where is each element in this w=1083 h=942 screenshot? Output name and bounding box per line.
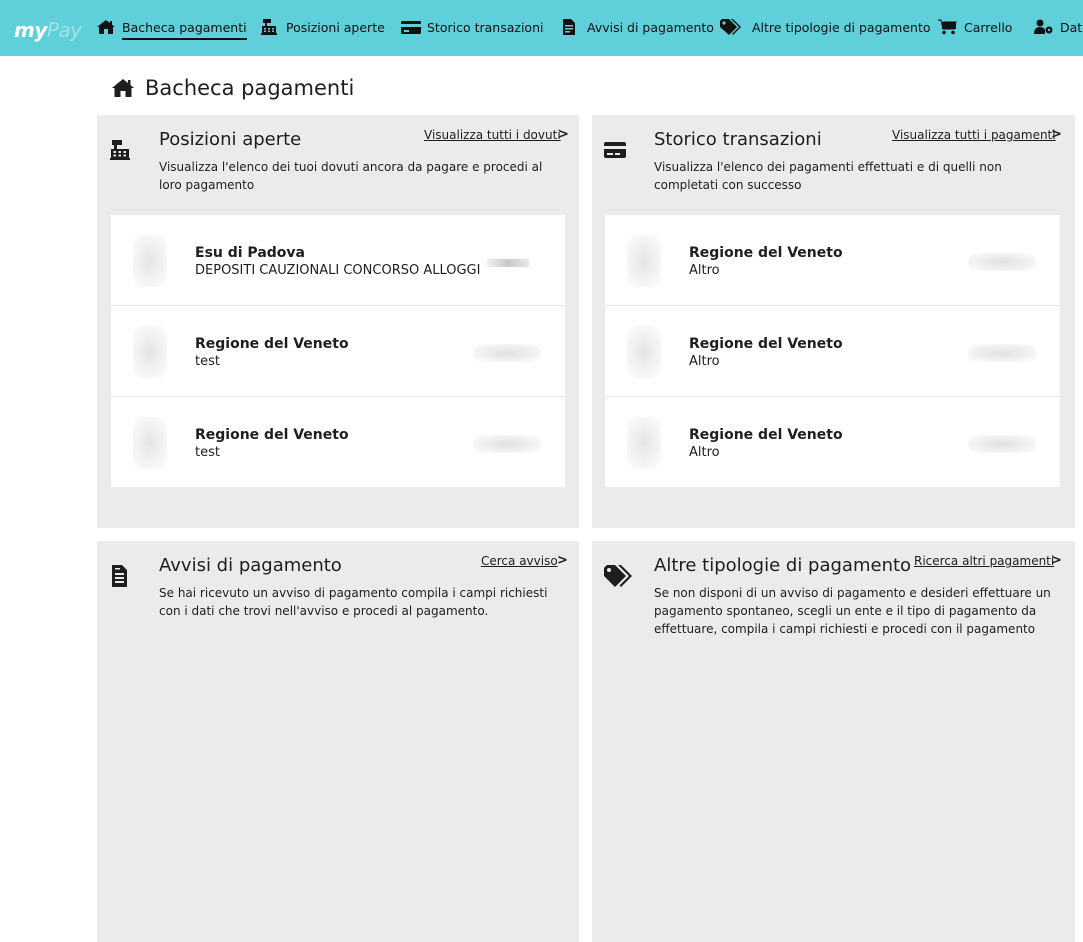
cash-register-icon: [110, 140, 130, 160]
panel-storico-transazioni: Storico transazioni Visualizza l'elenco …: [592, 115, 1075, 528]
amount-blurred: [487, 259, 529, 267]
nav-label: Bacheca pagamenti: [122, 20, 247, 40]
top-navbar: myPay Bacheca pagamenti Posizioni aperte…: [0, 0, 1083, 56]
ente-logo: [627, 326, 661, 378]
panel-avvisi-pagamento: Avvisi di pagamento Se hai ricevuto un a…: [97, 541, 579, 942]
view-all-pagamenti-link[interactable]: Visualizza tutti i pagamenti: [892, 128, 1056, 142]
amount-blurred: [968, 253, 1036, 271]
chevron-right-icon: >: [557, 553, 568, 568]
tags-icon: [720, 19, 741, 35]
file-invoice-icon: [563, 19, 575, 35]
panel-title: Avvisi di pagamento: [159, 555, 342, 576]
panel-title: Posizioni aperte: [159, 129, 302, 150]
page-title-text: Bacheca pagamenti: [145, 76, 355, 100]
nav-item-avvisi[interactable]: Avvisi di pagamento: [561, 19, 714, 44]
panel-posizioni-aperte: Posizioni aperte Visualizza l'elenco dei…: [97, 115, 579, 528]
search-avviso-link[interactable]: Cerca avviso: [481, 554, 558, 568]
panel-description: Se hai ricevuto un avviso di pagamento c…: [159, 586, 548, 618]
credit-card-icon: [401, 21, 421, 34]
file-invoice-icon: [112, 565, 127, 587]
chevron-right-icon: >: [1051, 553, 1062, 568]
panel-description: Visualizza l'elenco dei pagamenti effett…: [654, 160, 1002, 192]
nav-label: Dat: [1060, 20, 1083, 35]
dovuti-list: Esu di Padova DEPOSITI CAUZIONALI CONCOR…: [111, 215, 565, 487]
list-item[interactable]: Regione del Veneto Altro: [605, 215, 1060, 306]
nav-item-dati[interactable]: Dat: [1034, 19, 1083, 44]
causale: DEPOSITI CAUZIONALI CONCORSO ALLOGGI: [195, 263, 481, 278]
list-item[interactable]: Esu di Padova DEPOSITI CAUZIONALI CONCOR…: [111, 215, 565, 306]
credit-card-icon: [604, 142, 626, 158]
list-item[interactable]: Regione del Veneto Altro: [605, 397, 1060, 487]
home-icon: [112, 79, 134, 97]
page-title: Bacheca pagamenti: [111, 76, 354, 100]
amount-blurred: [473, 435, 541, 453]
ente-name: Regione del Veneto: [689, 336, 843, 352]
panel-description: Visualizza l'elenco dei tuoi dovuti anco…: [159, 160, 543, 192]
ente-logo: [627, 235, 661, 287]
panel-altre-tipologie: Altre tipologie di pagamento Se non disp…: [592, 541, 1075, 942]
chevron-right-icon: >: [1051, 127, 1062, 142]
panel-title: Storico transazioni: [654, 129, 822, 150]
list-item[interactable]: Regione del Veneto Altro: [605, 306, 1060, 397]
nav-label: Carrello: [964, 20, 1013, 35]
ente-name: Regione del Veneto: [689, 427, 843, 443]
nav-item-altre[interactable]: Altre tipologie di pagamento: [720, 19, 931, 44]
ente-logo: [133, 326, 167, 378]
causale: test: [195, 354, 220, 369]
causale: Altro: [689, 263, 720, 278]
list-item[interactable]: Regione del Veneto test: [111, 306, 565, 397]
ente-name: Regione del Veneto: [195, 427, 349, 443]
ente-logo: [133, 235, 167, 287]
nav-item-carrello[interactable]: Carrello: [938, 19, 1013, 44]
nav-label: Altre tipologie di pagamento: [752, 20, 931, 35]
ente-logo: [133, 417, 167, 469]
cart-icon: [938, 19, 957, 35]
home-icon: [97, 20, 115, 34]
amount-blurred: [473, 344, 541, 362]
nav-item-bacheca[interactable]: Bacheca pagamenti: [96, 20, 247, 44]
search-other-payments-link[interactable]: Ricerca altri pagamenti: [914, 554, 1054, 568]
ente-name: Esu di Padova: [195, 245, 305, 261]
cash-register-icon: [261, 19, 277, 35]
chevron-right-icon: >: [558, 127, 569, 142]
causale: test: [195, 445, 220, 460]
amount-blurred: [968, 435, 1036, 453]
causale: Altro: [689, 354, 720, 369]
ente-name: Regione del Veneto: [689, 245, 843, 261]
nav-item-storico[interactable]: Storico transazioni: [401, 20, 543, 44]
tags-icon: [604, 565, 632, 587]
ente-logo: [627, 417, 661, 469]
nav-label: Storico transazioni: [427, 20, 544, 35]
causale: Altro: [689, 445, 720, 460]
view-all-dovuti-link[interactable]: Visualizza tutti i dovuti: [424, 128, 561, 142]
list-item[interactable]: Regione del Veneto test: [111, 397, 565, 487]
user-cog-icon: [1034, 19, 1053, 34]
ente-name: Regione del Veneto: [195, 336, 349, 352]
panel-title: Altre tipologie di pagamento: [654, 555, 912, 576]
panel-description: Se non disponi di un avviso di pagamento…: [654, 586, 1051, 636]
nav-label: Posizioni aperte: [286, 20, 385, 35]
nav-item-posizioni[interactable]: Posizioni aperte: [260, 19, 385, 44]
amount-blurred: [968, 344, 1036, 362]
nav-label: Avvisi di pagamento: [587, 20, 714, 35]
transactions-list: Regione del Veneto Altro Regione del Ven…: [605, 215, 1060, 487]
mypay-logo[interactable]: myPay: [14, 18, 82, 42]
